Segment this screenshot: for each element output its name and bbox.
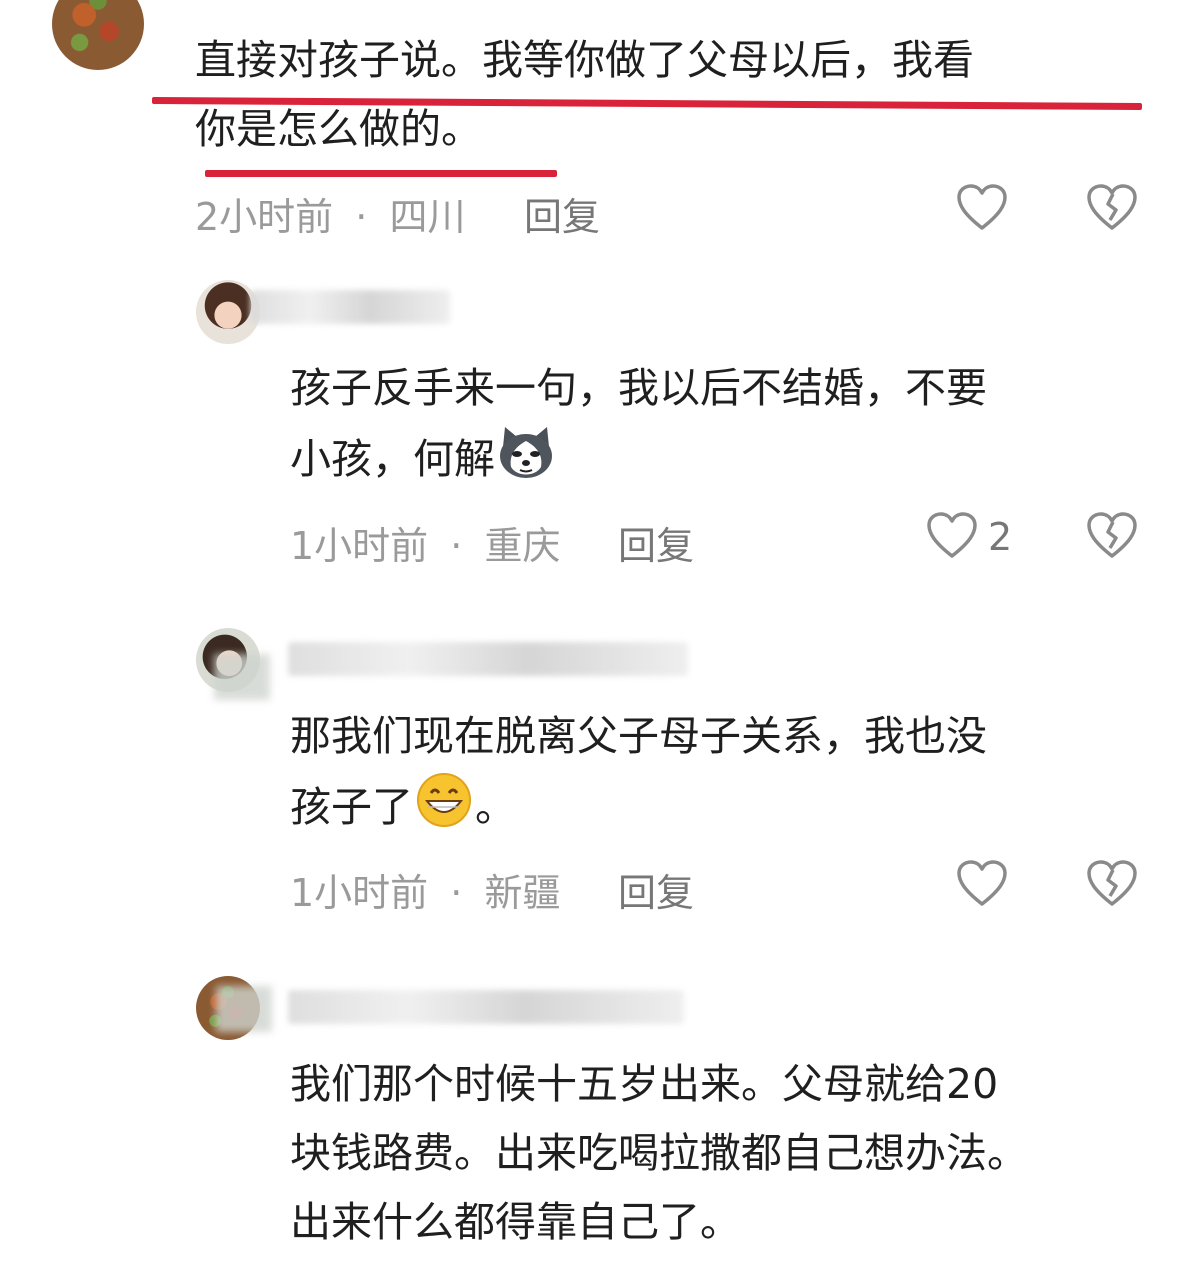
reply-button[interactable]: 回复: [618, 862, 694, 917]
comment-line-end: 。: [475, 783, 516, 831]
broken-heart-icon[interactable]: [1086, 512, 1138, 560]
heart-outline-icon[interactable]: [926, 512, 978, 560]
comment-line: 你是怎么做的。: [195, 105, 482, 153]
comment-location: 四川: [389, 195, 466, 239]
avatar-blur: [216, 986, 272, 1032]
annotation-underline: [205, 170, 557, 177]
comment-text: 直接对孩子说。我等你做了父母以后，我看 你是怎么做的。: [195, 26, 1175, 164]
comment-line: 孩子了: [290, 783, 413, 831]
comment-line: 直接对孩子说。我等你做了父母以后，我看: [195, 36, 974, 84]
comment-location: 新疆: [484, 871, 561, 915]
comment-line: 块钱路费。出来吃喝拉撒都自己想办法。: [290, 1129, 1028, 1177]
comment-location: 重庆: [484, 524, 561, 568]
comment-line: 我们那个时候十五岁出来。父母就给20: [290, 1060, 999, 1108]
heart-outline-icon[interactable]: [956, 184, 1008, 232]
avatar-blur: [214, 654, 270, 700]
comment-text: 孩子反手来一句，我以后不结婚，不要 小孩，何解: [290, 354, 1170, 494]
comment-line: 那我们现在脱离父子母子关系，我也没: [290, 712, 987, 760]
reply-button[interactable]: 回复: [524, 186, 600, 241]
comment-text: 我们那个时候十五岁出来。父母就给20 块钱路费。出来吃喝拉撒都自己想办法。 出来…: [290, 1050, 1190, 1257]
husky-dog-emoji: [500, 427, 552, 478]
broken-heart-icon[interactable]: [1086, 860, 1138, 908]
comment-meta: 1小时前 · 新疆: [290, 862, 560, 917]
comment-line: 小孩，何解: [290, 435, 495, 483]
username-blurred: [250, 290, 450, 324]
heart-outline-icon[interactable]: [956, 860, 1008, 908]
meta-separator: ·: [450, 524, 463, 568]
comment-time: 1小时前: [290, 524, 429, 568]
grinning-face-emoji: [417, 773, 471, 827]
username-blurred: [288, 990, 684, 1024]
meta-separator: ·: [450, 871, 463, 915]
meta-separator: ·: [355, 195, 368, 239]
comment-meta: 2小时前 · 四川: [195, 186, 465, 241]
reply-button[interactable]: 回复: [618, 515, 694, 570]
username-blurred: [288, 642, 688, 676]
broken-heart-icon[interactable]: [1086, 184, 1138, 232]
comment-time: 1小时前: [290, 871, 429, 915]
comment-meta: 1小时前 · 重庆: [290, 515, 560, 570]
avatar[interactable]: [52, 0, 144, 70]
comment-text: 那我们现在脱离父子母子关系，我也没 孩子了 。: [290, 702, 1170, 842]
like-count: 2: [988, 515, 1013, 559]
comment-line: 孩子反手来一句，我以后不结婚，不要: [290, 364, 987, 412]
comment-time: 2小时前: [195, 195, 334, 239]
comment-line: 出来什么都得靠自己了。: [290, 1198, 741, 1246]
